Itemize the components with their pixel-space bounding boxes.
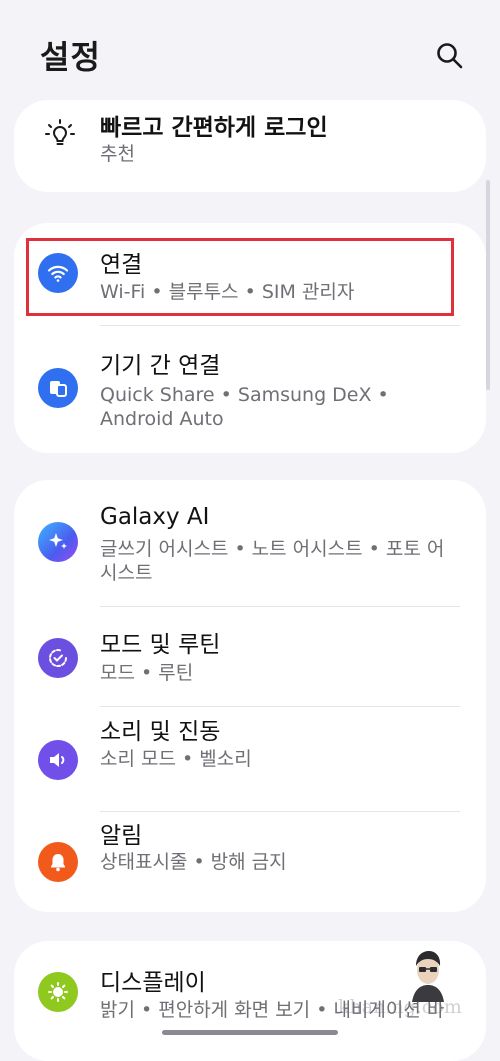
settings-item-subtitle: Quick Share • Samsung DeX • Android Auto xyxy=(100,384,389,430)
settings-item-quick-login[interactable]: 빠르고 간편하게 로그인 추천 xyxy=(14,100,486,192)
settings-item-subtitle: 소리 모드 • 벨소리 xyxy=(100,748,252,770)
settings-item-title: 디스플레이 xyxy=(100,970,206,996)
routine-icon xyxy=(38,638,78,678)
settings-item-title: 기기 간 연결 xyxy=(100,353,221,379)
search-icon[interactable] xyxy=(434,40,466,72)
sparkle-icon xyxy=(38,522,78,562)
settings-item-modes-routines[interactable]: 모드 및 루틴 모드 • 루틴 xyxy=(14,607,486,706)
settings-item-title: Galaxy AI xyxy=(100,504,210,530)
watermark-text: khan.ng.com xyxy=(338,996,462,1018)
header: 설정 xyxy=(0,0,500,100)
settings-item-galaxy-ai[interactable]: Galaxy AI 글쓰기 어시스트 • 노트 어시스트 • 포토 어시스트 xyxy=(14,480,486,606)
settings-item-subtitle: 글쓰기 어시스트 • 노트 어시스트 • 포토 어시스트 xyxy=(100,538,445,584)
settings-item-connected-devices[interactable]: 기기 간 연결 Quick Share • Samsung DeX • Andr… xyxy=(14,326,486,453)
settings-item-title: 빠르고 간편하게 로그인 xyxy=(100,115,328,141)
settings-item-sound-vibration[interactable]: 소리 및 진동 소리 모드 • 벨소리 xyxy=(14,707,486,810)
settings-item-title: 소리 및 진동 xyxy=(100,719,221,745)
bell-icon xyxy=(38,842,78,882)
scrollbar[interactable] xyxy=(486,180,490,390)
lightbulb-icon xyxy=(40,114,80,154)
page-title: 설정 xyxy=(40,38,101,76)
settings-item-subtitle: 추천 xyxy=(100,143,135,165)
card-features: Galaxy AI 글쓰기 어시스트 • 노트 어시스트 • 포토 어시스트 모… xyxy=(14,480,486,912)
card-suggestions: 빠르고 간편하게 로그인 추천 xyxy=(14,100,486,192)
highlight-box xyxy=(26,238,454,316)
settings-item-title: 모드 및 루틴 xyxy=(100,632,221,658)
home-indicator[interactable] xyxy=(162,1030,338,1035)
sun-icon xyxy=(38,972,78,1012)
settings-item-subtitle: 모드 • 루틴 xyxy=(100,662,194,684)
settings-item-subtitle: 상태표시줄 • 방해 금지 xyxy=(100,851,287,873)
settings-item-notifications[interactable]: 알림 상태표시줄 • 방해 금지 xyxy=(14,812,486,912)
devices-icon xyxy=(38,368,78,408)
settings-item-title: 알림 xyxy=(100,823,143,849)
speaker-icon xyxy=(38,740,78,780)
